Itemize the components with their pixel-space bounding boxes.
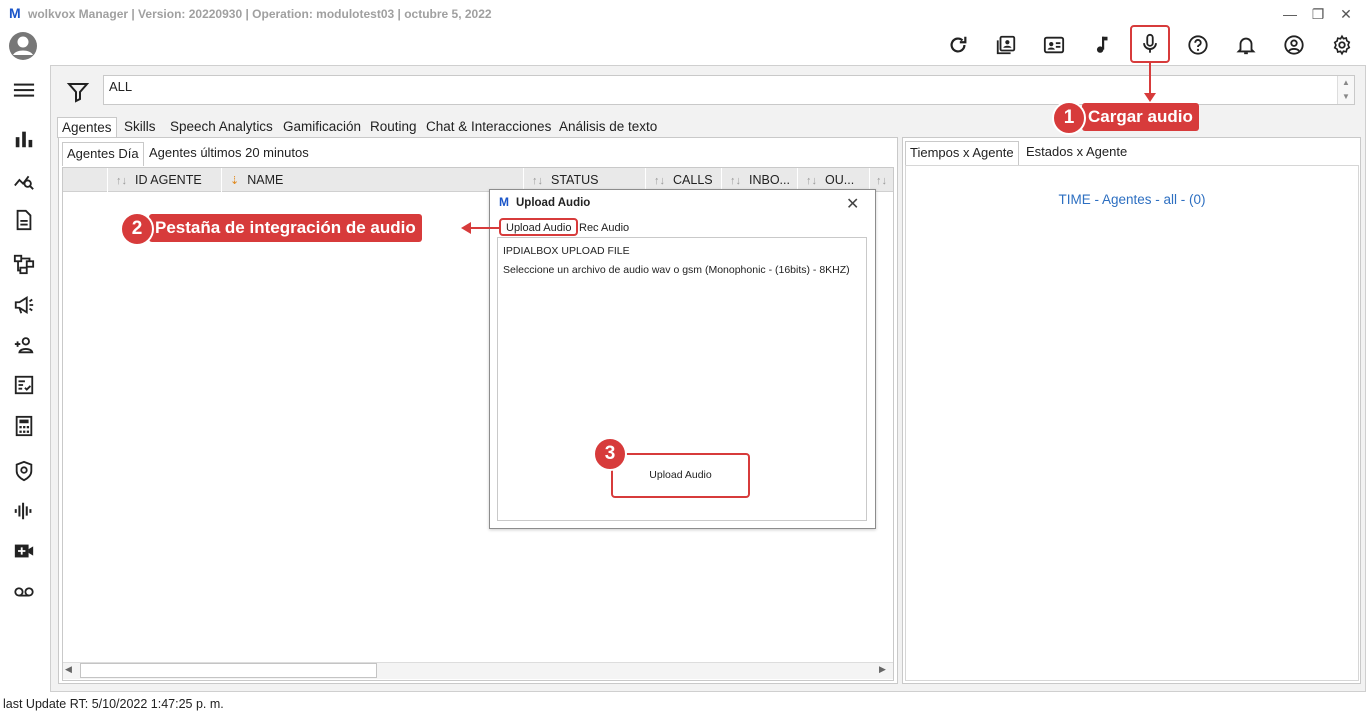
callout-1-label: Cargar audio xyxy=(1082,103,1199,131)
filter-icon[interactable] xyxy=(66,80,90,104)
dialog-tab-rec-audio[interactable]: Rec Audio xyxy=(574,220,634,238)
subtab-tiempos-x-agente[interactable]: Tiempos x Agente xyxy=(905,141,1019,165)
voicemail-icon[interactable] xyxy=(10,577,38,605)
help-icon[interactable] xyxy=(1183,30,1213,60)
dialog-tab-upload-audio[interactable]: Upload Audio xyxy=(499,218,579,236)
shield-icon[interactable] xyxy=(10,457,38,485)
tab-analisis-de-texto[interactable]: Análisis de texto xyxy=(555,117,661,138)
flow-diagram-icon[interactable] xyxy=(10,250,38,278)
dialog-logo: M xyxy=(499,195,509,209)
bar-chart-icon[interactable] xyxy=(10,125,38,153)
checklist-icon[interactable] xyxy=(10,371,38,399)
callout-2-badge: 2 xyxy=(120,212,154,246)
tab-routing[interactable]: Routing xyxy=(366,117,421,138)
times-content xyxy=(905,165,1359,681)
subtab-agentes-ultimos-20[interactable]: Agentes últimos 20 minutos xyxy=(145,142,313,166)
subtab-agentes-dia[interactable]: Agentes Día xyxy=(62,142,144,166)
callout-2-arrow xyxy=(461,222,471,234)
window-title: wolkvox Manager | Version: 20220930 | Op… xyxy=(28,7,492,21)
add-users-icon[interactable] xyxy=(10,331,38,359)
tab-gamificacion[interactable]: Gamificación xyxy=(279,117,365,138)
scroll-right-arrow[interactable]: ▶ xyxy=(879,664,886,675)
filter-scrollbar[interactable]: ▲ ▼ xyxy=(1337,76,1354,104)
title-bar: M wolkvox Manager | Version: 20220930 | … xyxy=(0,0,1366,28)
audio-waveform-icon[interactable] xyxy=(10,497,38,525)
hamburger-menu-icon[interactable] xyxy=(10,76,38,104)
upload-instructions: Seleccione un archivo de audio wav o gsm… xyxy=(503,264,850,276)
column-id-agente[interactable]: ↑↓ ID AGENTE xyxy=(107,168,221,192)
tab-chat-interacciones[interactable]: Chat & Interacciones xyxy=(422,117,555,138)
account-icon[interactable] xyxy=(1279,30,1309,60)
scroll-left-arrow[interactable]: ◀ xyxy=(65,664,72,675)
callout-1-line xyxy=(1149,63,1151,97)
upload-heading: IPDIALBOX UPLOAD FILE xyxy=(503,245,630,257)
tab-agentes[interactable]: Agentes xyxy=(57,117,117,138)
music-note-icon[interactable] xyxy=(1087,30,1117,60)
dialog-close-icon[interactable]: ✕ xyxy=(846,194,859,214)
filter-input[interactable]: ALL xyxy=(103,75,1355,105)
callout-2-line xyxy=(470,227,499,229)
filter-value: ALL xyxy=(109,79,133,94)
tab-skills[interactable]: Skills xyxy=(120,117,160,138)
settings-gear-icon[interactable] xyxy=(1327,30,1357,60)
megaphone-icon[interactable] xyxy=(10,291,38,319)
dialog-title: Upload Audio xyxy=(516,197,591,209)
column-name[interactable]: ⇣ NAME xyxy=(221,168,523,192)
upload-audio-button[interactable]: Upload Audio xyxy=(611,453,750,498)
calculator-icon[interactable] xyxy=(10,412,38,440)
callout-1-arrow xyxy=(1144,93,1156,102)
time-agents-label: TIME - Agentes - all - (0) xyxy=(1058,192,1206,207)
last-update-text: last Update RT: 5/10/2022 1:47:25 p. m. xyxy=(3,697,224,711)
restore-button[interactable]: ❐ xyxy=(1306,4,1330,24)
scrollbar-thumb[interactable] xyxy=(80,663,377,678)
microphone-icon[interactable] xyxy=(1130,25,1170,63)
minimize-button[interactable]: — xyxy=(1278,4,1302,24)
id-card-icon[interactable] xyxy=(1039,30,1069,60)
status-bar: last Update RT: 5/10/2022 1:47:25 p. m. xyxy=(0,694,1366,716)
tab-speech-analytics[interactable]: Speech Analytics xyxy=(166,117,277,138)
video-add-icon[interactable] xyxy=(10,537,38,565)
app-logo: M xyxy=(9,5,21,21)
user-avatar-icon[interactable] xyxy=(8,31,38,61)
refresh-icon[interactable] xyxy=(943,30,973,60)
callout-3-badge: 3 xyxy=(593,437,627,471)
contacts-book-icon[interactable] xyxy=(991,30,1021,60)
analytics-search-icon[interactable] xyxy=(10,166,38,194)
document-icon[interactable] xyxy=(10,206,38,234)
close-button[interactable]: ✕ xyxy=(1334,4,1358,24)
callout-1-badge: 1 xyxy=(1052,101,1086,135)
subtab-estados-x-agente[interactable]: Estados x Agente xyxy=(1022,141,1131,165)
bell-icon[interactable] xyxy=(1231,30,1261,60)
callout-2-label: Pestaña de integración de audio xyxy=(149,214,422,242)
